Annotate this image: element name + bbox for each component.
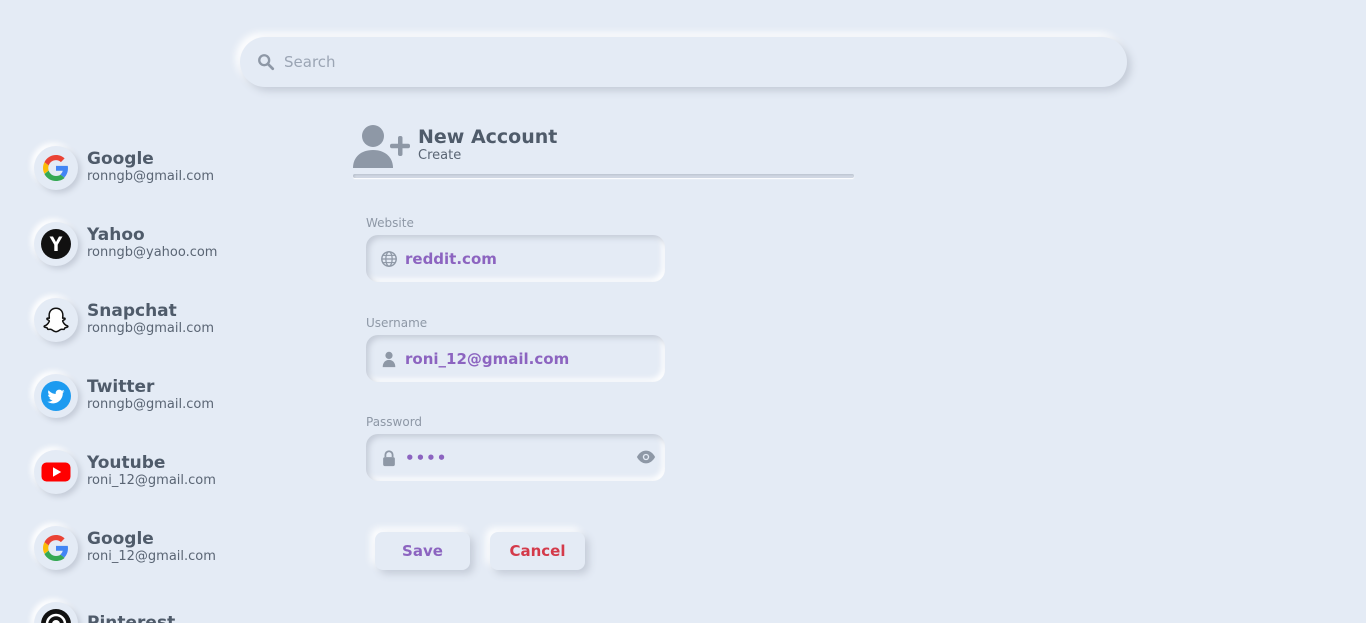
account-email: ronngb@yahoo.com	[87, 244, 218, 260]
account-name: Yahoo	[87, 224, 145, 245]
yahoo-icon	[41, 229, 71, 259]
account-item-yahoo[interactable]: Yahoo ronngb@yahoo.com	[34, 219, 264, 269]
pinterest-icon	[41, 609, 71, 623]
password-manager-page: Google ronngb@gmail.com Yahoo ronngb@yah…	[0, 0, 1366, 623]
website-field[interactable]: reddit.com	[366, 235, 665, 282]
password-label: Password	[366, 415, 423, 429]
username-label: Username	[366, 316, 428, 330]
account-email: roni_12@gmail.com	[87, 548, 216, 564]
search-icon	[258, 54, 275, 71]
account-avatar	[34, 602, 78, 623]
account-name: Pinterest	[87, 612, 176, 623]
add-user-icon	[353, 125, 410, 168]
form-subtitle: Create	[418, 148, 462, 163]
account-avatar	[34, 526, 78, 570]
account-name: Twitter	[87, 376, 155, 397]
account-name: Google	[87, 148, 154, 169]
cancel-button[interactable]: Cancel	[490, 532, 585, 570]
globe-icon	[381, 250, 397, 267]
form-header: New Account Create	[353, 122, 854, 178]
youtube-icon	[41, 462, 71, 482]
twitter-icon	[41, 381, 71, 411]
account-item-snapchat[interactable]: Snapchat ronngb@gmail.com	[34, 295, 264, 345]
account-item-google[interactable]: Google ronngb@gmail.com	[34, 143, 264, 193]
save-button[interactable]: Save	[375, 532, 470, 570]
account-item-pinterest[interactable]: Pinterest	[34, 599, 264, 623]
website-label: Website	[366, 216, 414, 230]
search-bar[interactable]	[240, 37, 1127, 87]
lock-icon	[383, 449, 395, 466]
account-name: Google	[87, 528, 154, 549]
account-email: ronngb@gmail.com	[87, 168, 214, 184]
username-input[interactable]: roni_12@gmail.com	[405, 350, 665, 368]
account-email: ronngb@gmail.com	[87, 320, 214, 336]
account-item-google-2[interactable]: Google roni_12@gmail.com	[34, 523, 264, 573]
account-name: Youtube	[87, 452, 166, 473]
account-email: ronngb@gmail.com	[87, 396, 214, 412]
password-field[interactable]: ••••	[366, 434, 665, 481]
website-input[interactable]: reddit.com	[405, 250, 665, 268]
google-icon	[43, 535, 68, 561]
account-avatar	[34, 374, 78, 418]
eye-icon[interactable]	[636, 448, 656, 466]
google-icon	[43, 155, 68, 181]
account-avatar	[34, 146, 78, 190]
account-item-twitter[interactable]: Twitter ronngb@gmail.com	[34, 371, 264, 421]
form-title: New Account	[418, 126, 558, 148]
account-item-youtube[interactable]: Youtube roni_12@gmail.com	[34, 447, 264, 497]
header-divider	[353, 174, 854, 178]
account-avatar	[34, 222, 78, 266]
password-input[interactable]: ••••	[405, 449, 665, 467]
account-email: roni_12@gmail.com	[87, 472, 216, 488]
account-name: Snapchat	[87, 300, 177, 321]
snapchat-icon	[43, 307, 69, 333]
user-icon	[382, 351, 396, 367]
username-field[interactable]: roni_12@gmail.com	[366, 335, 665, 382]
search-input[interactable]	[284, 37, 1127, 87]
account-avatar	[34, 450, 78, 494]
account-avatar	[34, 298, 78, 342]
